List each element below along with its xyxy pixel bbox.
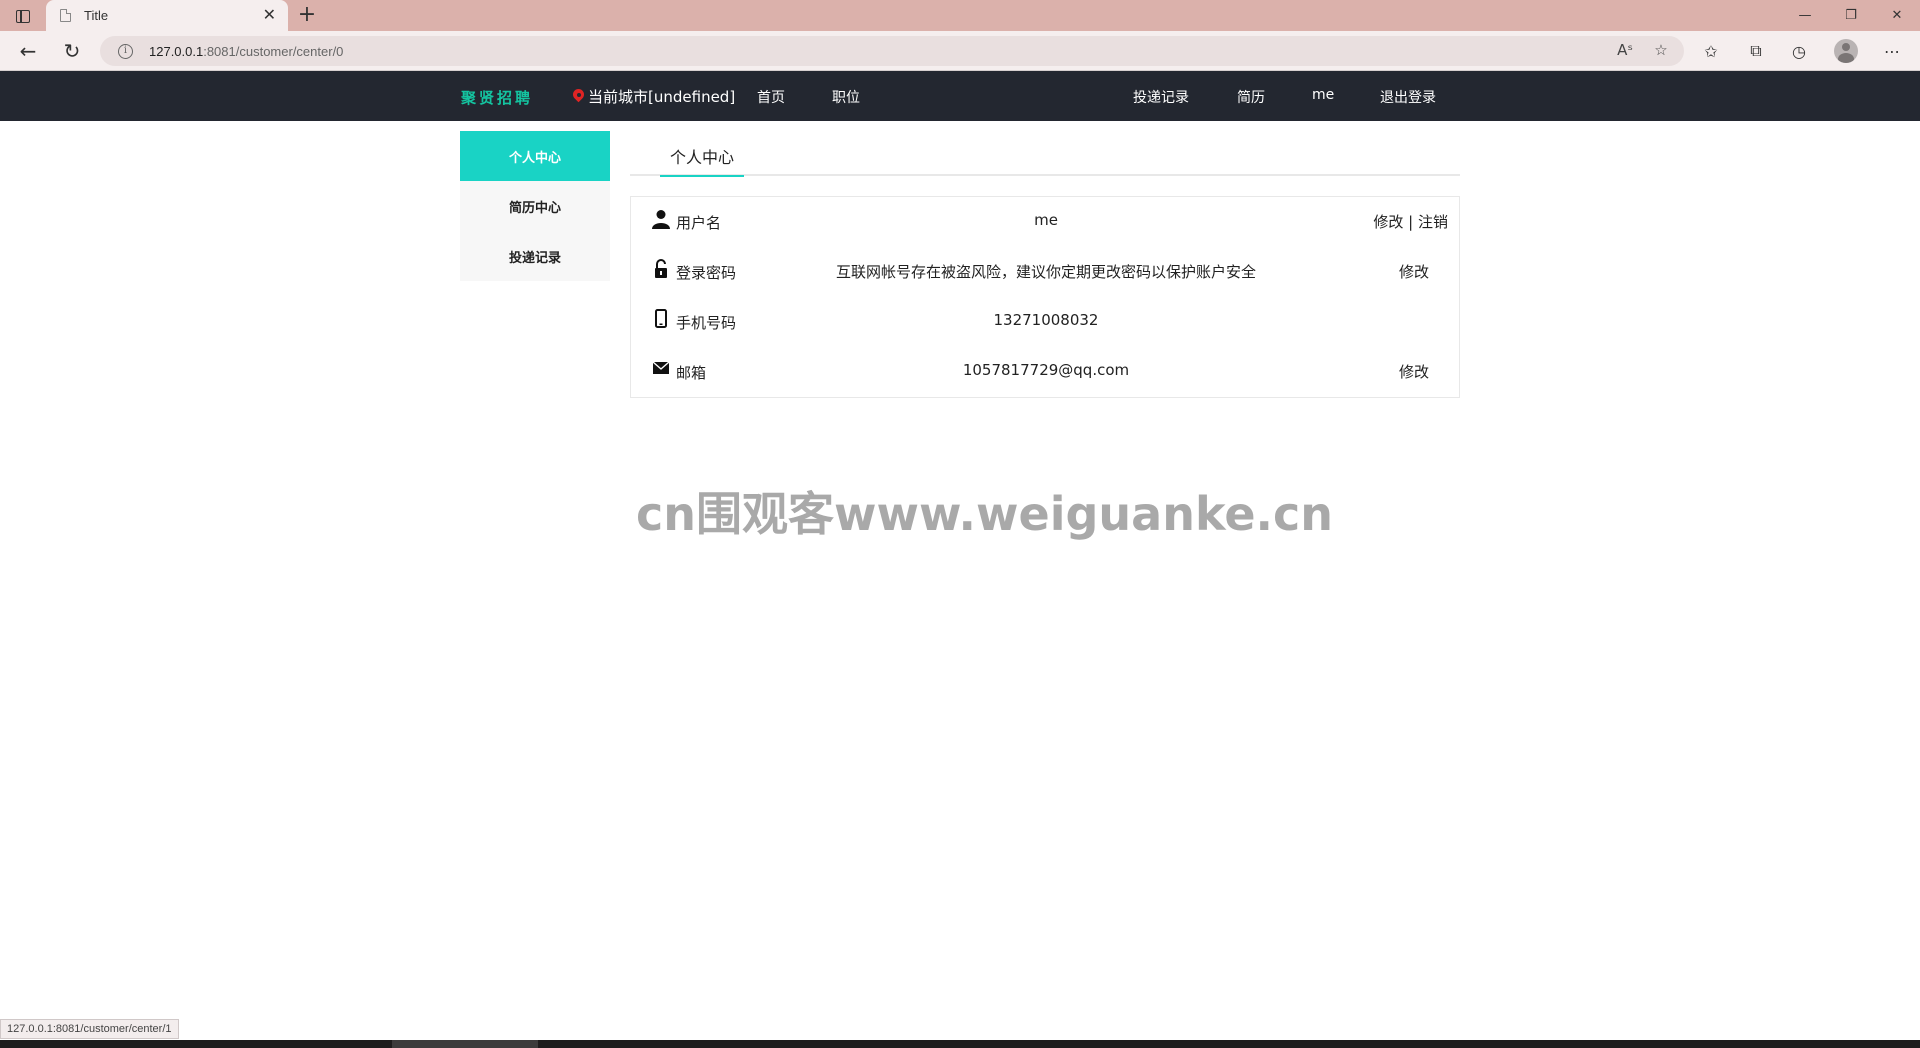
nav-username-link[interactable]: me — [1312, 87, 1334, 103]
nav-resume-link[interactable]: 简历 — [1237, 87, 1265, 107]
close-tab-icon[interactable]: ✕ — [263, 6, 276, 24]
edit-email-link[interactable]: 修改 — [1399, 361, 1429, 382]
page-icon — [60, 9, 71, 22]
url-text: 127.0.0.1:8081/customer/center/0 — [149, 44, 343, 59]
history-icon[interactable]: ◷ — [1788, 40, 1810, 62]
password-notice: 互联网帐号存在被盗风险，建议你定期更改密码以保护账户安全 — [835, 263, 1256, 281]
window-controls: — ❐ ✕ — [1782, 0, 1920, 31]
content-tabs: 个人中心 — [630, 131, 1460, 177]
tab-personal-center[interactable]: 个人中心 — [660, 144, 744, 177]
sidebar-item-resume-center[interactable]: 简历中心 — [460, 181, 610, 231]
site-info-icon[interactable]: i — [118, 43, 133, 59]
account-info-panel: 用户名 me 修改 | 注销 登录密码 互联网帐号存在被盗风险，建议你定期更改密… — [630, 196, 1460, 398]
more-menu-icon[interactable]: ⋯ — [1881, 40, 1903, 62]
restore-icon[interactable]: ❐ — [1828, 0, 1874, 31]
site-logo[interactable]: 聚贤招聘 — [461, 87, 533, 108]
phone-row: 手机号码 13271008032 — [631, 297, 1461, 347]
nav-logout-link[interactable]: 退出登录 — [1380, 87, 1436, 107]
edit-username-link[interactable]: 修改 — [1373, 213, 1403, 231]
nav-jobs-link[interactable]: 职位 — [832, 87, 860, 107]
tab-actions-icon[interactable] — [12, 7, 34, 25]
edit-password-link[interactable]: 修改 — [1399, 261, 1429, 282]
read-aloud-icon[interactable]: Aˢ — [1614, 39, 1636, 61]
favorites-icon[interactable]: ✩ — [1700, 40, 1722, 62]
new-tab-icon[interactable]: + — [296, 4, 318, 26]
sidebar-item-applications[interactable]: 投递记录 — [460, 231, 610, 281]
password-row: 登录密码 互联网帐号存在被盗风险，建议你定期更改密码以保护账户安全 修改 — [631, 247, 1461, 297]
sidebar: 个人中心 简历中心 投递记录 — [460, 131, 610, 281]
email-row: 邮箱 1057817729@qq.com 修改 — [631, 347, 1461, 397]
browser-tabbar: Title ✕ + — ❐ ✕ — [0, 0, 1920, 31]
minimize-icon[interactable]: — — [1782, 0, 1828, 31]
add-favorite-icon[interactable]: ☆ — [1650, 39, 1672, 61]
email-value: 1057817729@qq.com — [962, 361, 1130, 379]
browser-toolbar: ← ↻ i 127.0.0.1:8081/customer/center/0 A… — [0, 31, 1920, 71]
username-actions: 修改 | 注销 — [1373, 213, 1448, 231]
url-path: :8081/customer/center/0 — [203, 43, 344, 59]
tab-title: Title — [84, 8, 109, 23]
sidebar-item-personal-center[interactable]: 个人中心 — [460, 131, 610, 181]
current-city[interactable]: 当前城市[undefined] — [573, 86, 735, 107]
refresh-icon[interactable]: ↻ — [60, 39, 84, 63]
nav-home-link[interactable]: 首页 — [757, 87, 785, 107]
username-row: 用户名 me 修改 | 注销 — [631, 197, 1461, 247]
browser-tab[interactable]: Title ✕ — [46, 0, 288, 31]
nav-applications-link[interactable]: 投递记录 — [1133, 87, 1189, 107]
city-label: 当前城市[undefined] — [588, 88, 736, 106]
back-icon[interactable]: ← — [16, 39, 40, 63]
collections-icon[interactable]: ⧉ — [1745, 40, 1767, 62]
profile-icon[interactable] — [1834, 39, 1858, 63]
deactivate-account-link[interactable]: 注销 — [1418, 213, 1448, 231]
status-bar-url: 127.0.0.1:8081/customer/center/1 — [0, 1019, 179, 1039]
location-pin-icon — [573, 89, 584, 104]
watermark: cn围观客www.weiguanke.cn — [636, 487, 1334, 541]
close-window-icon[interactable]: ✕ — [1874, 0, 1920, 31]
site-navbar: 聚贤招聘 当前城市[undefined] 首页 职位 投递记录 简历 me 退出… — [0, 71, 1920, 121]
taskbar — [0, 1040, 1920, 1048]
taskbar-item[interactable] — [392, 1040, 538, 1048]
phone-value: 13271008032 — [993, 311, 1099, 329]
address-bar[interactable]: i 127.0.0.1:8081/customer/center/0 — [100, 36, 1684, 66]
username-value: me — [1034, 211, 1058, 229]
url-host: 127.0.0.1 — [149, 43, 204, 59]
